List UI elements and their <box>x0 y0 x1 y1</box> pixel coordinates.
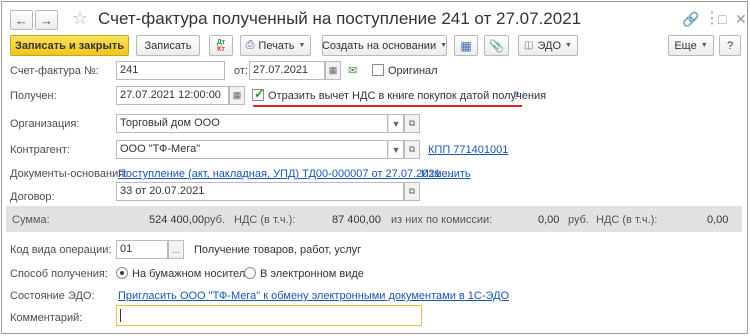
arrow-left-icon: ← <box>15 12 28 28</box>
create-based-on-button[interactable]: Создать на основании ▼ <box>322 35 447 56</box>
back-button[interactable]: ← <box>10 10 33 30</box>
chevron-down-icon: ▼ <box>298 42 306 49</box>
open-icon: ⧉ <box>408 186 416 196</box>
basis-document-link[interactable]: Поступление (акт, накладная, УПД) ТД00-0… <box>118 168 453 180</box>
edo-button[interactable]: ◫ ЭДО ▼ <box>518 35 578 56</box>
print-button[interactable]: ⎙ Печать ▼ <box>240 35 311 56</box>
counterparty-dropdown-button[interactable]: ▼ <box>388 140 404 159</box>
op-code-select-button[interactable]: … <box>168 240 184 259</box>
vat-deduction-checkbox[interactable]: ✓ <box>252 86 265 101</box>
help-button[interactable]: ? <box>719 35 741 56</box>
close-icon[interactable]: ✕ <box>735 11 747 28</box>
open-icon: ⧉ <box>408 144 416 154</box>
vat-help-icon[interactable]: ? <box>513 90 519 102</box>
commission-label: из них по комиссии: <box>391 214 493 226</box>
counterparty-open-button[interactable]: ⧉ <box>404 140 420 159</box>
ellipsis-icon: … <box>171 244 181 255</box>
op-code-label: Код вида операции: <box>10 244 112 256</box>
change-basis-link[interactable]: Изменить <box>421 168 471 180</box>
checkmark-icon: ✓ <box>254 86 265 101</box>
dt-kt-button[interactable]: Дт Кт <box>209 35 233 56</box>
chevron-down-icon: ▼ <box>391 144 401 155</box>
edo-icon: ◫ <box>524 40 534 51</box>
structure-button[interactable]: ▦ <box>454 35 478 56</box>
link-icon[interactable]: 🔗 <box>682 11 699 28</box>
original-checkbox[interactable] <box>372 64 384 76</box>
document-window: ← → ☆ Счет-фактура полученный на поступл… <box>1 1 748 334</box>
paper-radio[interactable] <box>116 267 128 279</box>
vat2-value: 0,00 <box>707 214 729 226</box>
vat-value: 87 400,00 <box>332 214 381 226</box>
printer-icon: ⎙ <box>245 39 255 51</box>
sum-label: Сумма: <box>12 214 50 226</box>
counterparty-input[interactable]: ООО "ТФ-Мега" <box>116 140 388 159</box>
organization-input[interactable]: Торговый дом ООО <box>116 114 388 133</box>
commission-currency: руб. <box>568 214 589 226</box>
contract-input[interactable]: 33 от 20.07.2021 <box>116 182 404 201</box>
received-datetime-input[interactable]: 27.07.2021 12:00:00 <box>116 86 229 105</box>
received-label: Получен: <box>10 90 57 102</box>
edo-invite-link[interactable]: Пригласить ООО "ТФ-Мега" к обмену электр… <box>118 290 509 302</box>
calendar-icon: ▦ <box>328 65 338 75</box>
electronic-radio[interactable] <box>244 267 256 279</box>
vat-deduction-label: Отразить вычет НДС в книге покупок датой… <box>268 90 547 102</box>
comment-label: Комментарий: <box>10 312 83 324</box>
text-cursor <box>120 309 121 322</box>
open-icon: ⧉ <box>408 118 416 128</box>
invoice-date-input[interactable]: 27.07.2021 <box>249 61 325 80</box>
invoice-number-label: Счет-фактура №: <box>10 65 99 77</box>
sum-value: 524 400,00 <box>149 214 205 226</box>
chevron-down-icon: ▼ <box>391 118 401 129</box>
save-button[interactable]: Записать <box>136 35 200 56</box>
comment-input[interactable] <box>116 305 422 326</box>
commission-value: 0,00 <box>538 214 560 226</box>
contract-label: Договор: <box>10 191 55 203</box>
favorite-star-icon[interactable]: ☆ <box>72 8 88 29</box>
op-code-input[interactable]: 01 <box>116 240 168 259</box>
page-title: Счет-фактура полученный на поступление 2… <box>98 9 582 28</box>
scan-icon[interactable]: ✉ <box>348 64 357 77</box>
kpp-link[interactable]: КПП 771401001 <box>428 144 508 156</box>
dt-kt-icon: Дт Кт <box>216 38 226 53</box>
forward-button[interactable]: → <box>35 10 58 30</box>
paper-radio-label: На бумажном носителе <box>132 268 252 280</box>
original-label: Оригинал <box>388 65 438 77</box>
calendar-button[interactable]: ▦ <box>325 61 341 80</box>
sum-currency: руб. <box>204 214 225 226</box>
vat2-label: НДС (в т.ч.): <box>596 214 658 226</box>
organization-dropdown-button[interactable]: ▼ <box>388 114 404 133</box>
arrow-right-icon: → <box>40 12 53 28</box>
op-code-description: Получение товаров, работ, услуг <box>194 244 362 256</box>
organization-label: Организация: <box>10 118 80 130</box>
received-calendar-button[interactable]: ▦ <box>229 86 245 105</box>
organization-open-button[interactable]: ⧉ <box>404 114 420 133</box>
invoice-date-label: от: <box>234 65 248 77</box>
receipt-method-label: Способ получения: <box>10 268 108 280</box>
chevron-down-icon: ▼ <box>700 42 708 49</box>
chevron-down-icon: ▼ <box>440 42 448 49</box>
vat-label: НДС (в т.ч.): <box>234 214 296 226</box>
chevron-down-icon: ▼ <box>565 42 572 49</box>
edo-state-label: Состояние ЭДО: <box>10 290 95 302</box>
paperclip-icon: 📎 <box>489 38 504 53</box>
structure-icon: ▦ <box>460 38 472 53</box>
calendar-icon: ▦ <box>232 90 242 100</box>
electronic-radio-label: В электронном виде <box>260 268 364 280</box>
red-highlight-underline <box>253 105 522 107</box>
counterparty-label: Контрагент: <box>10 144 70 156</box>
basis-documents-label: Документы-основания: <box>10 168 128 180</box>
save-and-close-button[interactable]: Записать и закрыть <box>10 35 129 56</box>
invoice-number-input[interactable]: 241 <box>116 61 225 80</box>
contract-open-button[interactable]: ⧉ <box>404 182 420 201</box>
attach-button[interactable]: 📎 <box>484 35 509 56</box>
maximize-icon[interactable]: □ <box>718 11 726 27</box>
more-button[interactable]: Еще ▼ <box>668 35 714 56</box>
